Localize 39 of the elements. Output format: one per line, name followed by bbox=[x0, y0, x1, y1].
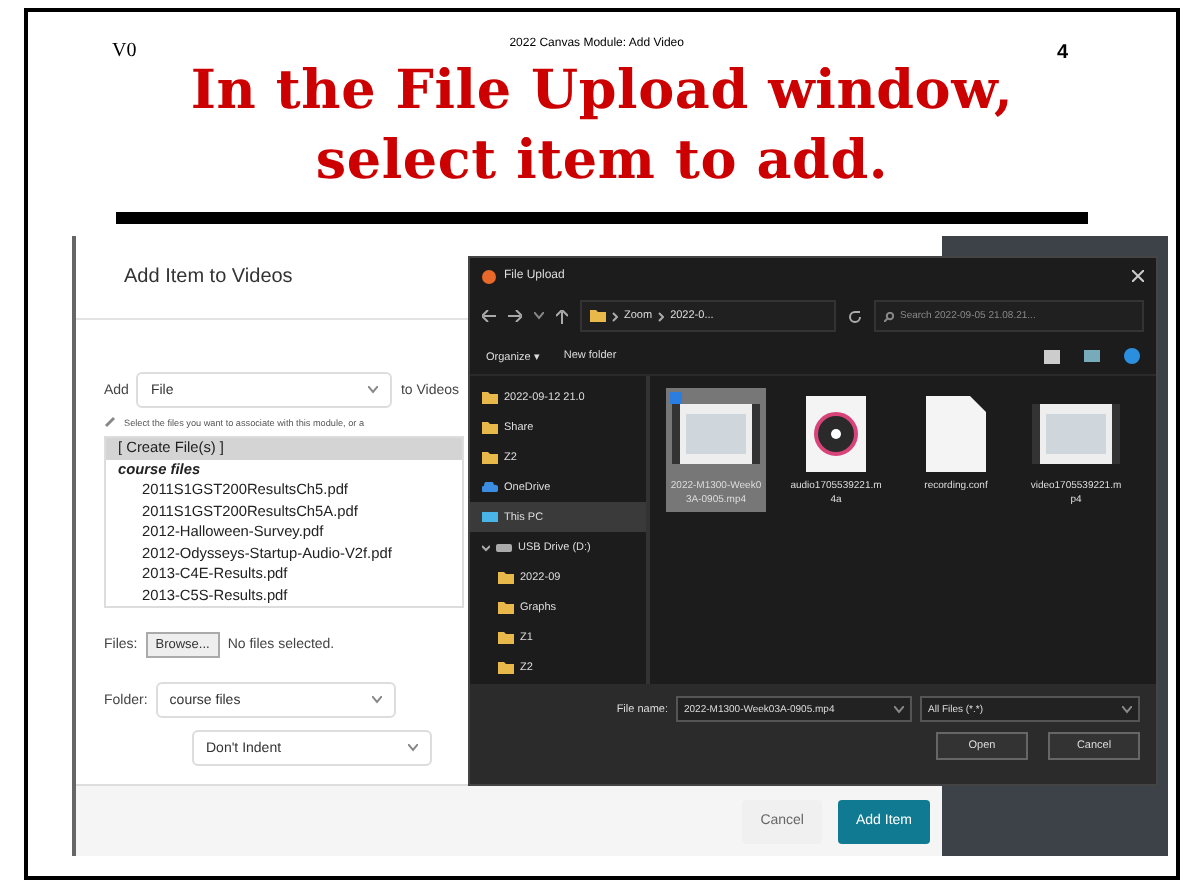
slide-heading: select item to add. bbox=[315, 128, 889, 196]
help-icon[interactable] bbox=[1124, 348, 1140, 364]
folder-icon bbox=[590, 310, 606, 322]
folder-icon bbox=[498, 631, 514, 643]
dialog-title: Add Item to Videos bbox=[124, 266, 293, 288]
chevron-icon bbox=[482, 543, 490, 551]
folder-icon bbox=[498, 571, 514, 583]
forward-arrow-icon[interactable] bbox=[508, 310, 522, 322]
caret-icon bbox=[534, 312, 544, 320]
chevron-icon bbox=[612, 311, 618, 321]
caret-icon bbox=[368, 386, 379, 394]
caret-icon bbox=[1122, 705, 1132, 713]
drive-icon bbox=[496, 543, 512, 551]
folder-icon bbox=[482, 391, 498, 403]
cloud-icon bbox=[482, 482, 498, 492]
folder-icon bbox=[482, 421, 498, 433]
audio-file-icon bbox=[806, 396, 866, 472]
slide-heading: In the File Upload window, bbox=[190, 58, 1014, 126]
caret-icon bbox=[408, 744, 418, 752]
video-thumbnail-icon bbox=[672, 404, 760, 464]
document-icon bbox=[926, 396, 986, 472]
browser-logo-icon bbox=[482, 269, 496, 283]
view-options-icon[interactable] bbox=[1044, 349, 1060, 363]
folder-icon bbox=[482, 451, 498, 463]
caret-icon bbox=[371, 696, 382, 704]
folder-icon bbox=[498, 601, 514, 613]
folder-icon bbox=[498, 661, 514, 673]
chevron-icon bbox=[658, 311, 665, 321]
search-icon bbox=[884, 311, 894, 321]
page-number: 4 bbox=[1056, 42, 1068, 64]
up-arrow-icon[interactable] bbox=[556, 309, 568, 323]
caret-icon bbox=[894, 705, 904, 713]
version-label: V0 bbox=[112, 40, 137, 62]
close-icon[interactable] bbox=[1132, 270, 1144, 282]
checkbox-icon[interactable] bbox=[670, 392, 682, 404]
back-arrow-icon[interactable] bbox=[482, 310, 496, 322]
monitor-icon bbox=[482, 511, 498, 523]
video-thumbnail-icon bbox=[1032, 404, 1120, 464]
refresh-icon[interactable] bbox=[848, 309, 862, 323]
